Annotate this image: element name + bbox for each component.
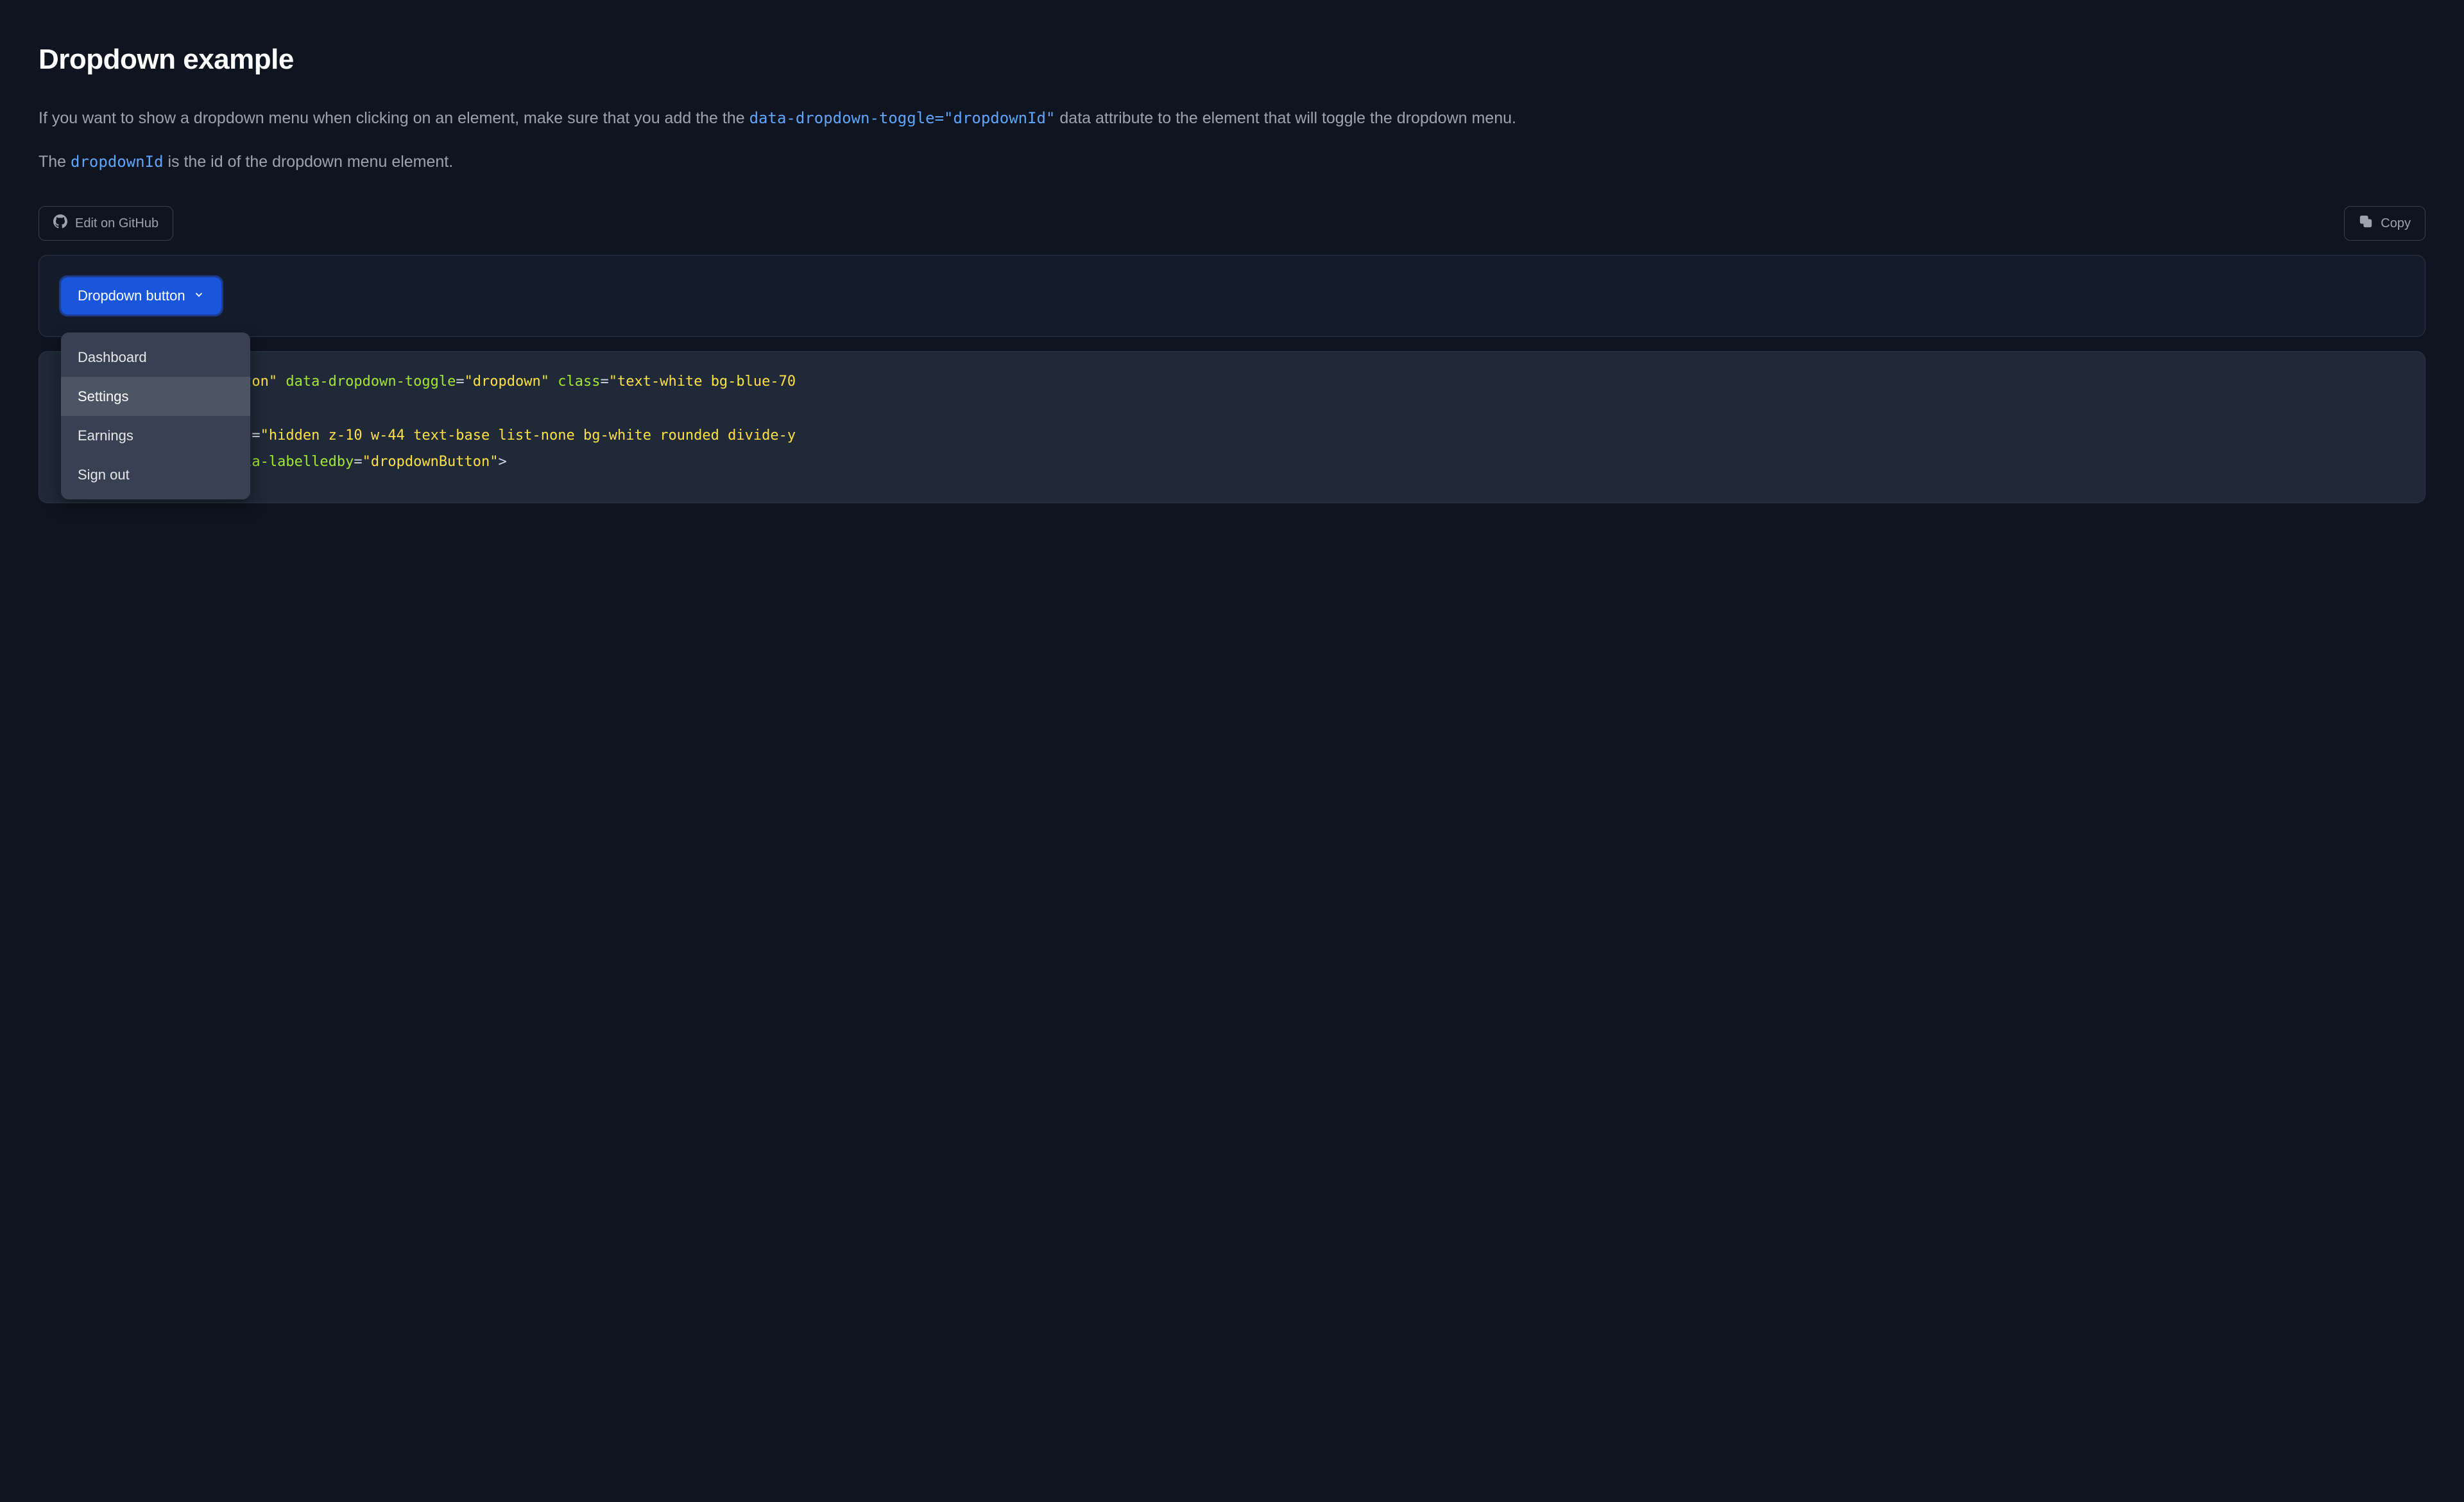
section-heading: Dropdown example [38,39,2426,81]
para1-after: data attribute to the element that will … [1059,109,1516,127]
edit-on-github-button[interactable]: Edit on GitHub [38,206,173,241]
github-icon [53,214,67,232]
para1-before: If you want to show a dropdown menu when… [38,109,749,127]
dropdown-item-dashboard[interactable]: Dashboard [61,338,250,377]
chevron-down-icon [193,288,205,304]
dropdown-button[interactable]: Dropdown button [61,277,221,315]
para2-before: The [38,153,71,171]
dropdown-item-sign-out[interactable]: Sign out [61,455,250,494]
code-block: utton" data-dropdown-toggle="dropdown" c… [39,368,2425,503]
preview-panel: Dropdown button DashboardSettingsEarning… [38,255,2426,337]
dropdown-button-label: Dropdown button [78,288,185,304]
intro-paragraph-2: The dropdownId is the id of the dropdown… [38,150,2426,175]
example-toolbar: Edit on GitHub Copy [38,206,2426,241]
intro-paragraph-1: If you want to show a dropdown menu when… [38,107,2426,131]
copy-button[interactable]: Copy [2344,206,2426,241]
para2-after: is the id of the dropdown menu element. [167,153,453,171]
dropdown-menu: DashboardSettingsEarningsSign out [61,332,250,499]
dropdown-item-settings[interactable]: Settings [61,377,250,416]
edit-on-github-label: Edit on GitHub [75,216,158,231]
copy-label: Copy [2381,216,2411,231]
inline-code-dropdown-id: dropdownId [71,153,164,171]
dropdown-item-earnings[interactable]: Earnings [61,416,250,455]
copy-icon [2359,214,2373,232]
code-panel: utton" data-dropdown-toggle="dropdown" c… [38,351,2426,503]
inline-code-toggle-attr: data-dropdown-toggle="dropdownId" [749,109,1056,127]
